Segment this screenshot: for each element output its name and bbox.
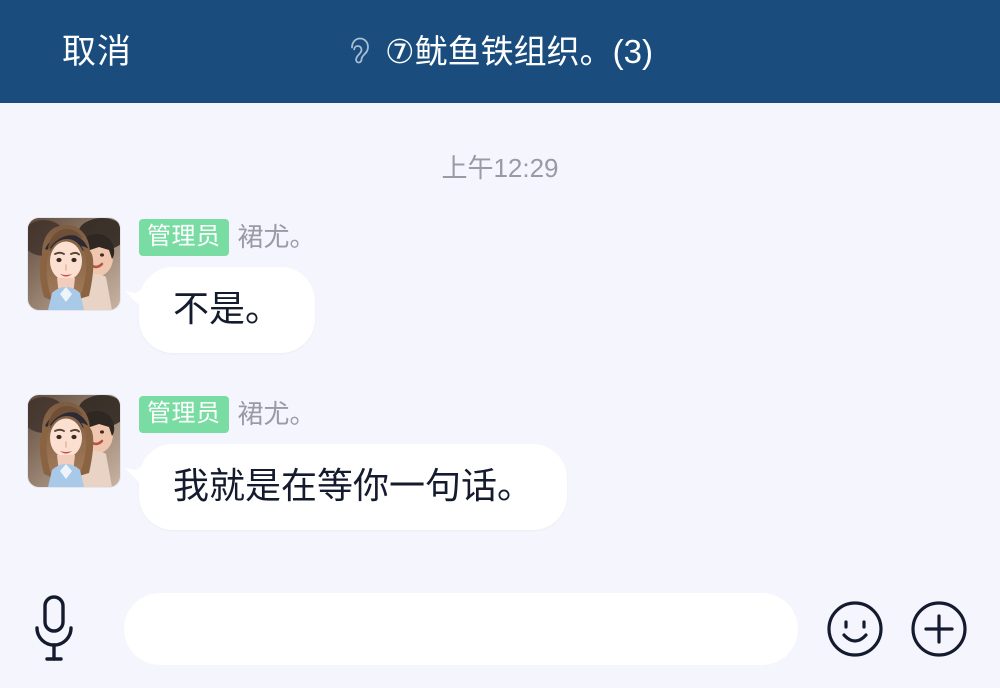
page-title: ⑦鱿鱼铁组织。(3) — [385, 33, 653, 70]
avatar[interactable] — [28, 218, 120, 310]
sender-line: 管理员 裙尤。 — [139, 218, 316, 256]
plus-circle-icon[interactable] — [906, 596, 972, 662]
message-input-bar — [0, 570, 1000, 688]
app-header: 取消 ⑦鱿鱼铁组织。(3) — [0, 0, 1000, 103]
sender-name: 裙尤。 — [237, 222, 316, 252]
message-bubble[interactable]: 不是。 — [139, 267, 316, 353]
message-list: 上午12:29 管理员 裙尤。 不是。 管理员 裙尤。 我就是在等你一句话。 — [0, 103, 1000, 570]
chat-screen: 取消 ⑦鱿鱼铁组织。(3) 上午12:29 管理员 裙尤。 不是。 管理员 裙尤… — [0, 0, 1000, 688]
message-bubble[interactable]: 我就是在等你一句话。 — [139, 444, 568, 530]
ear-icon — [347, 35, 373, 69]
message-item: 管理员 裙尤。 我就是在等你一句话。 — [0, 395, 1000, 530]
sender-line: 管理员 裙尤。 — [139, 395, 316, 433]
admin-badge: 管理员 — [139, 218, 229, 256]
admin-badge: 管理员 — [139, 395, 229, 433]
message-content: 管理员 裙尤。 我就是在等你一句话。 — [139, 395, 568, 530]
microphone-icon[interactable] — [24, 590, 84, 668]
sender-name: 裙尤。 — [237, 399, 316, 429]
message-content: 管理员 裙尤。 不是。 — [139, 218, 316, 353]
message-input[interactable] — [124, 593, 798, 665]
cancel-button[interactable]: 取消 — [62, 35, 132, 69]
message-item: 管理员 裙尤。 不是。 — [0, 218, 1000, 353]
avatar[interactable] — [28, 395, 120, 487]
timestamp-row: 上午12:29 — [0, 155, 1000, 182]
smiley-face-icon[interactable] — [822, 596, 888, 662]
conversation-timestamp: 上午12:29 — [441, 153, 559, 183]
header-title-group: ⑦鱿鱼铁组织。(3) — [0, 35, 1000, 69]
